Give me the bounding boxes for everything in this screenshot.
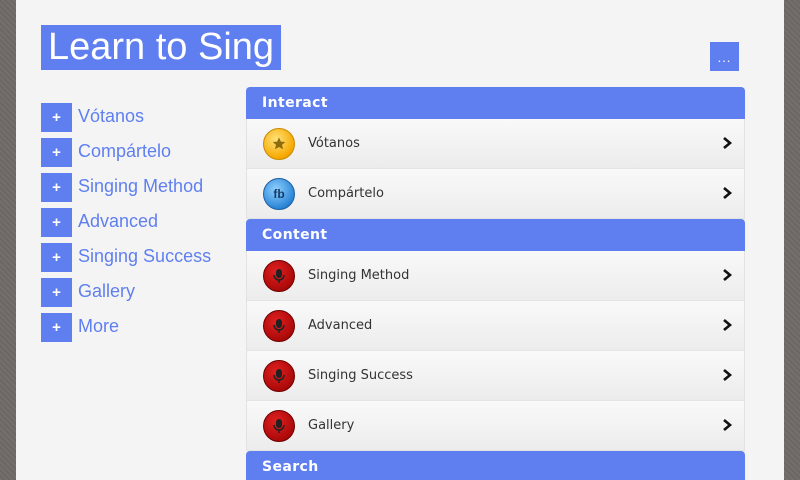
- sidebar-item-label: Singing Success: [78, 246, 212, 266]
- sidebar-item-label: Vótanos: [78, 106, 145, 126]
- chevron-right-icon: [723, 187, 733, 199]
- list-item-gallery[interactable]: Gallery: [246, 401, 745, 451]
- sidebar-item-label: More: [78, 316, 120, 336]
- sidebar-item-label: Compártelo: [78, 141, 172, 161]
- chevron-right-icon: [723, 369, 733, 381]
- list-item-label: Singing Success: [308, 368, 413, 383]
- list-item-advanced[interactable]: Advanced: [246, 301, 745, 351]
- plus-icon: +: [41, 313, 72, 342]
- list-item-singing-success[interactable]: Singing Success: [246, 351, 745, 401]
- sidebar-nav: + Vótanos + Compártelo + Singing Method …: [41, 97, 231, 342]
- sidebar-item-label: Singing Method: [78, 176, 204, 196]
- section-header-content: Content: [246, 219, 745, 251]
- plus-icon: +: [41, 103, 72, 132]
- list-item-label: Vótanos: [308, 136, 360, 151]
- microphone-icon: [263, 359, 295, 392]
- list-item-label: Advanced: [308, 318, 373, 333]
- microphone-icon: [263, 309, 295, 342]
- facebook-icon: fb: [263, 177, 295, 210]
- plus-icon: +: [41, 278, 72, 307]
- more-menu-button[interactable]: ...: [710, 42, 739, 71]
- list-item-label: Compártelo: [308, 186, 384, 201]
- star-icon: [263, 127, 295, 160]
- plus-icon: +: [41, 138, 72, 167]
- list-item-label: Gallery: [308, 418, 355, 433]
- section-header-interact: Interact: [246, 87, 745, 119]
- sidebar-item-gallery[interactable]: + Gallery: [41, 272, 231, 307]
- sidebar-item-votanos[interactable]: + Vótanos: [41, 97, 231, 132]
- chevron-right-icon: [723, 319, 733, 331]
- list-item-compartelo[interactable]: fb Compártelo: [246, 169, 745, 219]
- app-title: Learn to Sing: [41, 25, 282, 70]
- sidebar-item-label: Gallery: [78, 281, 136, 301]
- sidebar-item-label: Advanced: [78, 211, 159, 231]
- sidebar-item-compartelo[interactable]: + Compártelo: [41, 132, 231, 167]
- microphone-icon: [263, 259, 295, 292]
- sidebar-item-singing-success[interactable]: + Singing Success: [41, 237, 231, 272]
- plus-icon: +: [41, 243, 72, 272]
- sidebar-item-singing-method[interactable]: + Singing Method: [41, 167, 231, 202]
- page-container: Learn to Sing ... + Vótanos + Compártelo…: [16, 0, 784, 480]
- chevron-right-icon: [723, 269, 733, 281]
- sidebar-item-more[interactable]: + More: [41, 307, 231, 342]
- microphone-icon: [263, 409, 295, 442]
- section-header-search: Search: [246, 451, 745, 480]
- list-item-label: Singing Method: [308, 268, 410, 283]
- chevron-right-icon: [723, 137, 733, 149]
- plus-icon: +: [41, 208, 72, 237]
- list-item-singing-method[interactable]: Singing Method: [246, 251, 745, 301]
- list-item-votanos[interactable]: Vótanos: [246, 119, 745, 169]
- plus-icon: +: [41, 173, 72, 202]
- sidebar-item-advanced[interactable]: + Advanced: [41, 202, 231, 237]
- chevron-right-icon: [723, 419, 733, 431]
- main-panel: Interact Vótanos fb Compártelo Content S…: [246, 87, 745, 480]
